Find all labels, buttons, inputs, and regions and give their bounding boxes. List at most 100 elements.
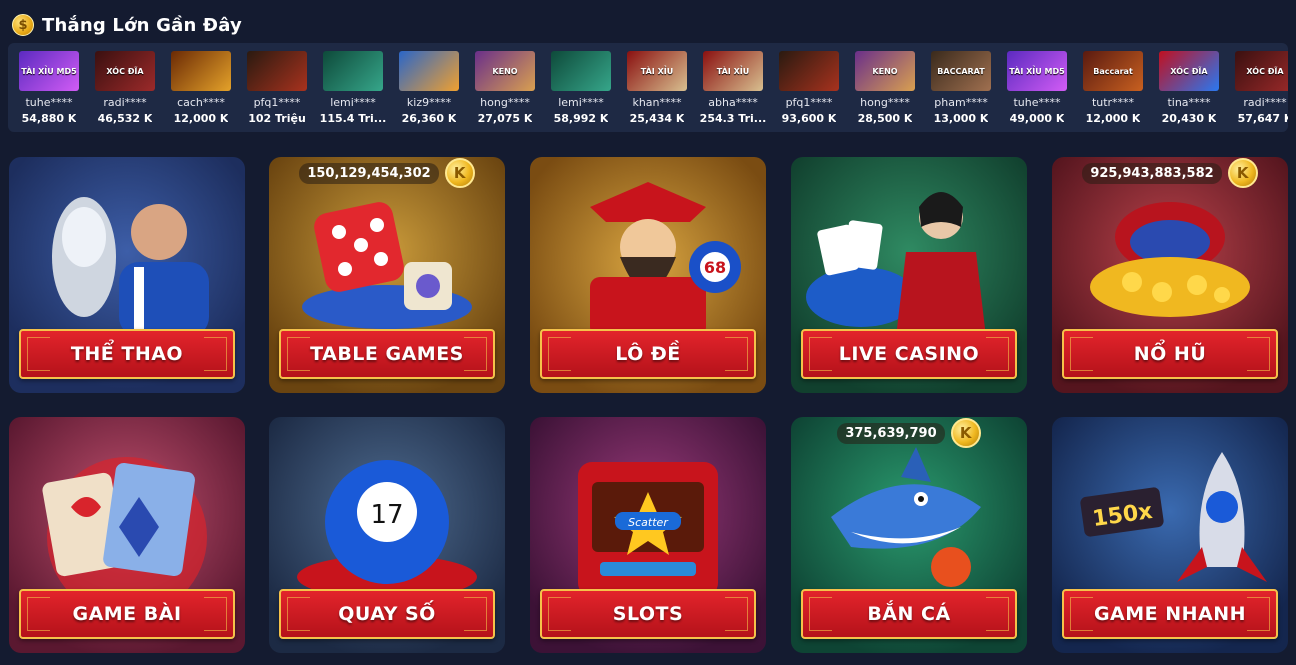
winner-amount: 46,532 K	[97, 112, 153, 125]
game-card-slots[interactable]: Scatter SLOTS	[530, 417, 766, 653]
winner-amount: 28,500 K	[857, 112, 913, 125]
game-card-banner[interactable]: GAME NHANH	[1062, 589, 1278, 639]
recent-wins-title: Thắng Lớn Gần Đây	[42, 14, 242, 36]
game-card-banner[interactable]: BẮN CÁ	[801, 589, 1017, 639]
game-card-banner[interactable]: THỂ THAO	[19, 329, 235, 379]
game-thumbnail[interactable]: TÀI XỈU MD5	[1007, 51, 1067, 91]
k-coin-icon: K	[444, 158, 475, 188]
recent-win-item[interactable]: XÓC ĐĨA radi**** 57,647 K	[1227, 43, 1288, 132]
game-card-table-games[interactable]: 150,129,454,302 K TABLE GAMES	[269, 157, 505, 393]
game-thumbnail[interactable]	[779, 51, 839, 91]
winner-amount: 115.4 Tri...	[319, 112, 387, 125]
winner-username: tuhe****	[25, 96, 73, 109]
recent-win-item[interactable]: TÀI XỈU MD5 tuhe**** 54,880 K	[11, 43, 87, 132]
winner-username: radi****	[1243, 96, 1287, 109]
game-thumbnail[interactable]	[247, 51, 307, 91]
recent-win-item[interactable]: XÓC ĐĨA radi**** 46,532 K	[87, 43, 163, 132]
winner-username: tuhe****	[1013, 96, 1061, 109]
recent-wins-strip: TÀI XỈU MD5 tuhe**** 54,880 K XÓC ĐĨA radi**…	[8, 43, 1288, 132]
game-thumbnail[interactable]: TÀI XỈU	[627, 51, 687, 91]
ball-number: 68	[704, 258, 726, 277]
recent-win-item[interactable]: BACCARAT pham**** 13,000 K	[923, 43, 999, 132]
winner-amount: 13,000 K	[933, 112, 989, 125]
winner-username: pham****	[934, 96, 988, 109]
game-card-thể-thao[interactable]: THỂ THAO	[9, 157, 245, 393]
dice-icon	[302, 202, 472, 329]
jackpot-counter: 925,943,883,582 K	[1070, 157, 1270, 189]
recent-win-item[interactable]: cach**** 12,000 K	[163, 43, 239, 132]
recent-win-item[interactable]: KENO hong**** 28,500 K	[847, 43, 923, 132]
game-thumbnail[interactable]: Baccarat	[1083, 51, 1143, 91]
recent-win-item[interactable]: lemi**** 58,992 K	[543, 43, 619, 132]
fortune-god-icon: 68	[590, 182, 741, 337]
game-thumbnail[interactable]: TÀI XỈU	[703, 51, 763, 91]
game-card-banner[interactable]: GAME BÀI	[19, 589, 235, 639]
game-card-label: BẮN CÁ	[867, 603, 951, 625]
game-thumbnail[interactable]: TÀI XỈU MD5	[19, 51, 79, 91]
recent-win-item[interactable]: KENO hong**** 27,075 K	[467, 43, 543, 132]
game-card-bắn-cá[interactable]: 375,639,790 K BẮN CÁ	[791, 417, 1027, 653]
winner-username: pfq1****	[785, 96, 833, 109]
scatter-badge: Scatter	[628, 516, 669, 529]
game-card-banner[interactable]: NỔ HŨ	[1062, 329, 1278, 379]
recent-win-item[interactable]: pfq1**** 93,600 K	[771, 43, 847, 132]
game-thumbnail[interactable]: XÓC ĐĨA	[1159, 51, 1219, 91]
game-card-label: SLOTS	[612, 603, 684, 625]
game-card-banner[interactable]: LIVE CASINO	[801, 329, 1017, 379]
game-card-quay-số[interactable]: 17 QUAY SỐ	[269, 417, 505, 653]
recent-win-item[interactable]: lemi**** 115.4 Tri...	[315, 43, 391, 132]
game-thumbnail[interactable]: XÓC ĐĨA	[95, 51, 155, 91]
game-card-banner[interactable]: QUAY SỐ	[279, 589, 495, 639]
game-thumbnail[interactable]	[171, 51, 231, 91]
game-thumbnail[interactable]	[323, 51, 383, 91]
winner-amount: 57,647 K	[1237, 112, 1288, 125]
winner-username: radi****	[103, 96, 147, 109]
winner-amount: 12,000 K	[1085, 112, 1141, 125]
winner-username: kiz9****	[406, 96, 452, 109]
recent-win-item[interactable]: XÓC ĐĨA tina**** 20,430 K	[1151, 43, 1227, 132]
recent-wins-header: $ Thắng Lớn Gần Đây	[12, 10, 242, 40]
game-card-nổ-hũ[interactable]: 925,943,883,582 K NỔ HŨ	[1052, 157, 1288, 393]
game-thumbnail[interactable]	[399, 51, 459, 91]
coin-icon: $	[12, 14, 34, 36]
winner-username: hong****	[860, 96, 910, 109]
recent-win-item[interactable]: pfq1**** 102 Triệu	[239, 43, 315, 132]
k-coin-icon: K	[1227, 158, 1258, 188]
game-thumbnail[interactable]: BACCARAT	[931, 51, 991, 91]
game-card-label: TABLE GAMES	[310, 343, 464, 365]
game-card-banner[interactable]: TABLE GAMES	[279, 329, 495, 379]
game-thumbnail[interactable]: XÓC ĐĨA	[1235, 51, 1288, 91]
game-card-banner[interactable]: SLOTS	[540, 589, 756, 639]
game-card-lô-đề[interactable]: 68 LÔ ĐỀ	[530, 157, 766, 393]
game-card-banner[interactable]: LÔ ĐỀ	[540, 329, 756, 379]
game-thumbnail[interactable]	[551, 51, 611, 91]
recent-win-item[interactable]: TÀI XỈU MD5 tuhe**** 49,000 K	[999, 43, 1075, 132]
recent-win-item[interactable]: TÀI XỈU khan**** 25,434 K	[619, 43, 695, 132]
treasure-pot-icon	[1090, 202, 1250, 317]
winner-amount: 25,434 K	[629, 112, 685, 125]
recent-win-item[interactable]: kiz9**** 26,360 K	[391, 43, 467, 132]
jackpot-amount: 925,943,883,582	[1082, 162, 1222, 184]
winner-username: abha****	[708, 96, 758, 109]
winner-amount: 12,000 K	[173, 112, 229, 125]
cards-icon	[806, 192, 986, 337]
winner-amount: 54,880 K	[21, 112, 77, 125]
winner-amount: 58,992 K	[553, 112, 609, 125]
game-card-label: LÔ ĐỀ	[615, 343, 681, 365]
winner-amount: 254.3 Tri...	[699, 112, 767, 125]
game-thumbnail[interactable]: KENO	[855, 51, 915, 91]
winner-amount: 93,600 K	[781, 112, 837, 125]
trophy-icon	[52, 197, 209, 337]
game-card-game-bài[interactable]: GAME BÀI	[9, 417, 245, 653]
recent-win-item[interactable]: Baccarat tutr**** 12,000 K	[1075, 43, 1151, 132]
winner-username: khan****	[632, 96, 682, 109]
recent-win-item[interactable]: TÀI XỈU abha**** 254.3 Tri...	[695, 43, 771, 132]
game-card-game-nhanh[interactable]: 150x GAME NHANH	[1052, 417, 1288, 653]
game-card-label: GAME NHANH	[1093, 603, 1247, 625]
lottery-ball-icon: 17	[297, 460, 477, 597]
jackpot-counter: 150,129,454,302 K	[287, 157, 487, 189]
game-thumbnail[interactable]: KENO	[475, 51, 535, 91]
winner-username: cach****	[177, 96, 225, 109]
game-card-live-casino[interactable]: LIVE CASINO	[791, 157, 1027, 393]
slot-machine-icon: Scatter	[578, 462, 718, 597]
